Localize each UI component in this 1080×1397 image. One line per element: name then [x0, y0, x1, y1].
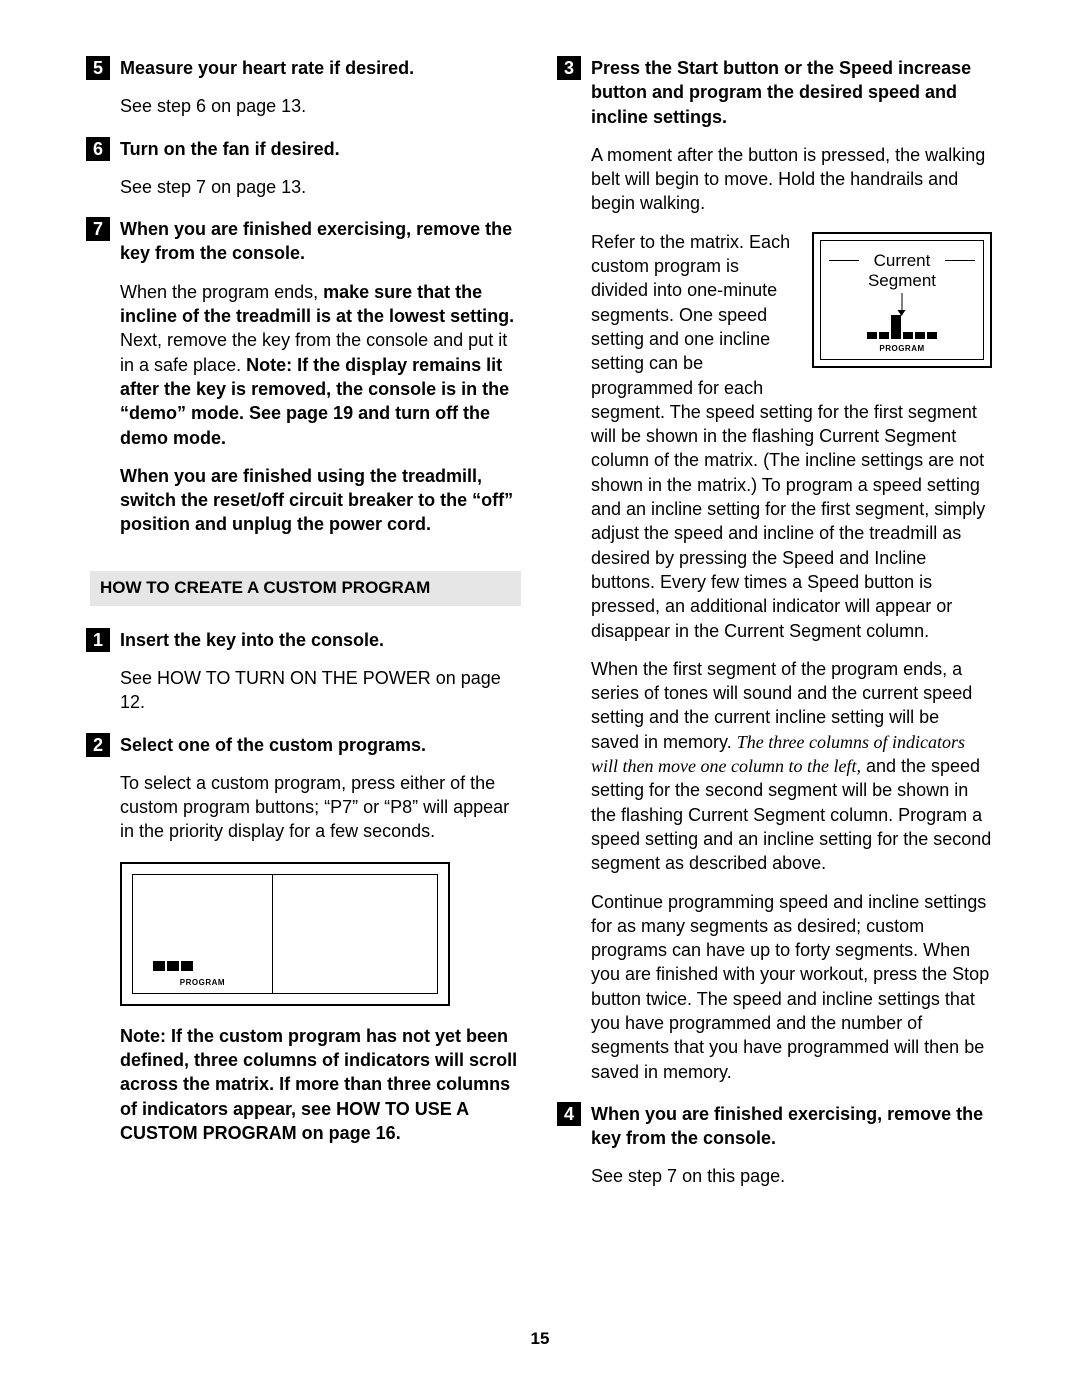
arrow-down-icon — [902, 293, 903, 315]
body-text: When the program ends, make sure that th… — [120, 280, 521, 450]
step-1: 1 Insert the key into the console. See H… — [90, 628, 521, 715]
body-text: When the first segment of the program en… — [591, 657, 992, 876]
step-1-heading: 1 Insert the key into the console. — [90, 628, 521, 652]
step-3-body: A moment after the button is pressed, th… — [561, 143, 992, 1084]
step-number-marker: 6 — [86, 137, 110, 161]
manual-page: 5 Measure your heart rate if desired. Se… — [0, 0, 1080, 1397]
step-4-body: See step 7 on this page. — [561, 1164, 992, 1188]
step-2: 2 Select one of the custom programs. To … — [90, 733, 521, 1146]
matrix-bars-icon — [153, 961, 193, 971]
step-title: Press the Start button or the Speed incr… — [591, 58, 971, 127]
priority-display-area — [273, 875, 437, 993]
body-text: See step 7 on page 13. — [120, 175, 521, 199]
step-title: Insert the key into the console. — [120, 630, 384, 650]
two-column-layout: 5 Measure your heart rate if desired. Se… — [90, 56, 992, 1207]
right-column: 3 Press the Start button or the Speed in… — [561, 56, 992, 1207]
step-6-body: See step 7 on page 13. — [90, 175, 521, 199]
label-line-1: Current — [874, 251, 931, 270]
page-number: 15 — [0, 1328, 1080, 1351]
seven-segment-value — [308, 906, 402, 962]
body-text: When you are finished using the treadmil… — [120, 464, 521, 537]
step-1-body: See HOW TO TURN ON THE POWER on page 12. — [90, 666, 521, 715]
floated-block: Current Segment — [591, 230, 992, 657]
bold-text: When you are finished using the treadmil… — [120, 466, 513, 535]
step-title: When you are finished exercising, remove… — [120, 219, 512, 263]
current-segment-figure: Current Segment — [812, 232, 992, 368]
step-7-heading: 7 When you are finished exercising, remo… — [90, 217, 521, 266]
step-title: Measure your heart rate if desired. — [120, 58, 414, 78]
console-display-figure: PROGRAM — [120, 862, 450, 1006]
step-4-heading: 4 When you are finished exercising, remo… — [561, 1102, 992, 1151]
body-text: See step 7 on this page. — [591, 1164, 992, 1188]
bold-text: Note: If the custom program has not yet … — [120, 1026, 517, 1143]
program-label: PROGRAM — [133, 978, 272, 989]
body-text: See HOW TO TURN ON THE POWER on page 12. — [120, 666, 521, 715]
segment-inner: Current Segment — [820, 240, 984, 360]
display-inner: PROGRAM — [132, 874, 438, 994]
step-number-marker: 4 — [557, 1102, 581, 1126]
step-6-heading: 6 Turn on the fan if desired. — [90, 137, 521, 161]
segment-label: Current Segment — [821, 251, 983, 292]
program-label: PROGRAM — [821, 344, 983, 355]
step-number-marker: 5 — [86, 56, 110, 80]
step-number-marker: 2 — [86, 733, 110, 757]
step-title: Select one of the custom programs. — [120, 735, 426, 755]
step-2-body: To select a custom program, press either… — [90, 771, 521, 844]
step-3-heading: 3 Press the Start button or the Speed in… — [561, 56, 992, 129]
body-text: Continue programming speed and incline s… — [591, 890, 992, 1084]
body-text: Note: If the custom program has not yet … — [120, 1024, 521, 1145]
step-5-body: See step 6 on page 13. — [90, 94, 521, 118]
step-number-marker: 3 — [557, 56, 581, 80]
step-number-marker: 7 — [86, 217, 110, 241]
step-7-body: When the program ends, make sure that th… — [90, 280, 521, 537]
step-6: 6 Turn on the fan if desired. See step 7… — [90, 137, 521, 200]
body-text: To select a custom program, press either… — [120, 771, 521, 844]
step-2-heading: 2 Select one of the custom programs. — [90, 733, 521, 757]
step-4: 4 When you are finished exercising, remo… — [561, 1102, 992, 1189]
step-3: 3 Press the Start button or the Speed in… — [561, 56, 992, 1084]
step-2-note: Note: If the custom program has not yet … — [90, 1024, 521, 1145]
body-text: See step 6 on page 13. — [120, 94, 521, 118]
step-title: Turn on the fan if desired. — [120, 139, 340, 159]
text-run: When the program ends, — [120, 282, 323, 302]
step-5: 5 Measure your heart rate if desired. Se… — [90, 56, 521, 119]
label-line-2: Segment — [868, 271, 936, 290]
display-matrix-area: PROGRAM — [133, 875, 273, 993]
section-heading: HOW TO CREATE A CUSTOM PROGRAM — [90, 571, 521, 606]
step-title: When you are finished exercising, remove… — [591, 1104, 983, 1148]
segment-bars-icon — [867, 315, 937, 339]
step-7: 7 When you are finished exercising, remo… — [90, 217, 521, 537]
body-text: A moment after the button is pressed, th… — [591, 143, 992, 216]
left-column: 5 Measure your heart rate if desired. Se… — [90, 56, 521, 1207]
step-number-marker: 1 — [86, 628, 110, 652]
step-5-heading: 5 Measure your heart rate if desired. — [90, 56, 521, 80]
text-run: ting for the first segment, simply adjus… — [591, 499, 985, 640]
